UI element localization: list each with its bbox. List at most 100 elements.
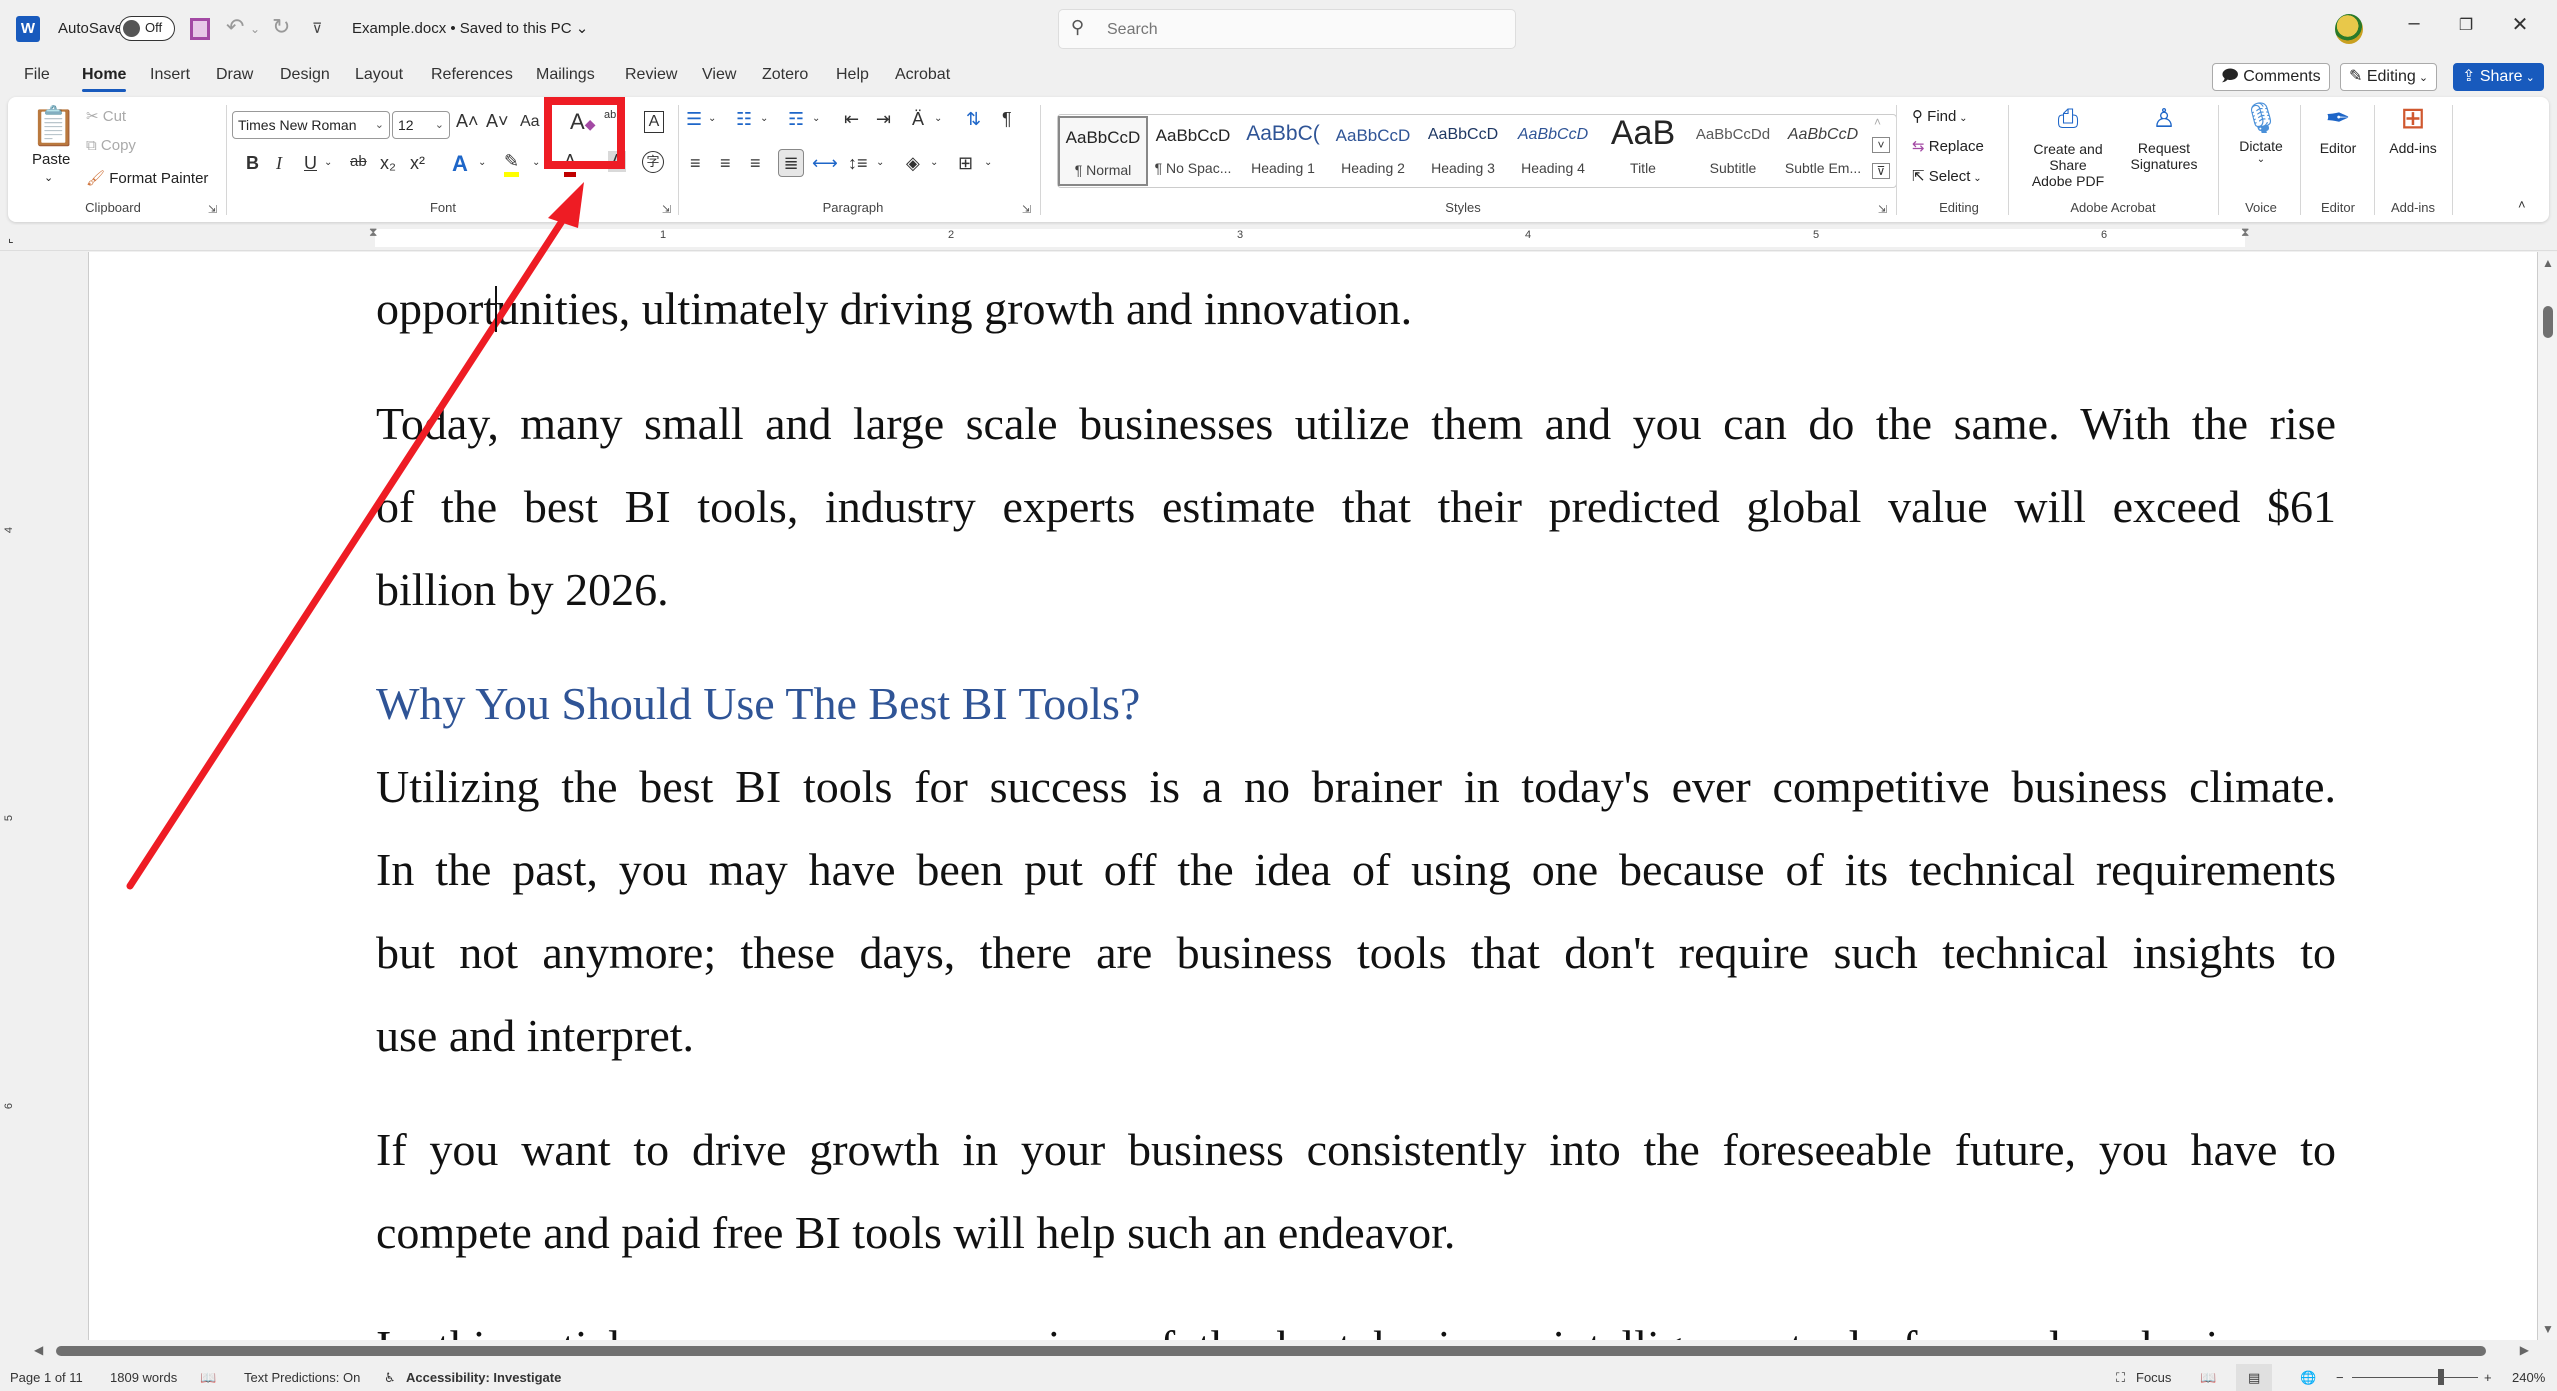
line-spacing-icon[interactable]: ↕≡ xyxy=(848,153,868,174)
shading-icon[interactable]: ◈ xyxy=(906,153,920,174)
show-formatting-icon[interactable]: ¶ xyxy=(1002,109,1012,130)
style-normal[interactable]: AaBbCcD ¶ Normal xyxy=(1058,116,1148,186)
zoom-level[interactable]: 240% xyxy=(2512,1370,2545,1385)
text-effects-dropdown-icon[interactable]: ⌄ xyxy=(478,157,486,168)
accessibility-status[interactable]: Accessibility: Investigate xyxy=(406,1370,561,1385)
tab-draw[interactable]: Draw xyxy=(216,66,253,84)
clipboard-launcher-icon[interactable]: ⇲ xyxy=(208,203,217,216)
highlight-dropdown-icon[interactable]: ⌄ xyxy=(532,157,540,168)
asian-layout-dropdown-icon[interactable]: ⌄ xyxy=(934,113,942,124)
request-signatures-button[interactable]: ♙ Request Signatures xyxy=(2124,103,2204,172)
create-share-pdf-button[interactable]: ⎙ Create and Share Adobe PDF xyxy=(2018,103,2118,189)
close-button[interactable]: ✕ xyxy=(2500,12,2540,37)
shading-dropdown-icon[interactable]: ⌄ xyxy=(930,157,938,168)
font-name-select[interactable]: Times New Roman ⌄ xyxy=(232,111,390,139)
indent-marker-right[interactable]: ⧗ xyxy=(2241,225,2249,240)
search-input[interactable] xyxy=(1107,18,1487,42)
text-predictions[interactable]: Text Predictions: On xyxy=(244,1370,360,1385)
add-ins-button[interactable]: ⊞ Add-ins xyxy=(2378,101,2448,156)
scroll-down-icon[interactable]: ▼ xyxy=(2542,1322,2554,1336)
borders-icon[interactable]: ⊞ xyxy=(958,153,973,174)
subscript-button[interactable]: x₂ xyxy=(380,153,396,174)
document-line[interactable]: Today, many small and large scale busine… xyxy=(376,397,2336,450)
print-layout-icon[interactable]: ▤ xyxy=(2236,1364,2273,1391)
tab-selector-icon[interactable]: ⌞ xyxy=(8,231,14,245)
autosave-toggle[interactable]: Off xyxy=(119,16,175,41)
gallery-scroll-down-icon[interactable]: ˅ xyxy=(1872,137,1890,153)
find-button[interactable]: ⚲ Find ⌄ xyxy=(1912,107,1968,125)
decrease-indent-icon[interactable]: ⇤ xyxy=(844,109,859,130)
enclose-characters-icon[interactable]: 字 xyxy=(642,151,664,173)
align-right-icon[interactable]: ≡ xyxy=(750,153,761,174)
document-line[interactable]: but not anymore; these days, there are b… xyxy=(376,926,2336,979)
document-line[interactable]: compete and paid free BI tools will help… xyxy=(376,1206,2336,1259)
tab-layout[interactable]: Layout xyxy=(355,66,403,84)
document-line[interactable]: In the past, you may have been put off t… xyxy=(376,843,2336,896)
bullets-icon[interactable]: ☰ xyxy=(686,109,702,130)
strikethrough-button[interactable]: ab xyxy=(350,153,367,170)
tab-help[interactable]: Help xyxy=(836,66,869,84)
user-avatar[interactable] xyxy=(2335,14,2363,44)
font-size-select[interactable]: 12 ⌄ xyxy=(392,111,450,139)
paste-button[interactable]: Paste xyxy=(32,151,70,168)
editing-mode-button[interactable]: ✎ Editing ⌄ xyxy=(2340,63,2438,91)
share-button[interactable]: ⇪ Share ⌄ xyxy=(2453,63,2544,91)
italic-button[interactable]: I xyxy=(276,153,282,174)
style-heading-1[interactable]: AaBbC(Heading 1 xyxy=(1238,116,1328,186)
customize-toolbar-icon[interactable]: ⊽ xyxy=(312,20,322,37)
tab-review[interactable]: Review xyxy=(625,66,677,84)
tab-mailings[interactable]: Mailings xyxy=(536,66,595,84)
document-line[interactable]: of the best BI tools, industry experts e… xyxy=(376,480,2336,533)
save-icon[interactable] xyxy=(190,18,210,40)
line-spacing-dropdown-icon[interactable]: ⌄ xyxy=(876,157,884,168)
document-title[interactable]: Example.docx • Saved to this PC ⌄ xyxy=(352,19,588,37)
zoom-slider-thumb[interactable] xyxy=(2438,1369,2444,1385)
borders-dropdown-icon[interactable]: ⌄ xyxy=(984,157,992,168)
style-heading-3[interactable]: AaBbCcD Heading 3 xyxy=(1418,116,1508,186)
superscript-button[interactable]: x² xyxy=(410,153,425,174)
word-count[interactable]: 1809 words xyxy=(110,1370,177,1385)
align-center-icon[interactable]: ≡ xyxy=(720,153,731,174)
collapse-ribbon-icon[interactable]: ˄ xyxy=(2518,197,2526,212)
editor-button[interactable]: ✒ Editor xyxy=(2306,101,2370,156)
change-case-button[interactable]: Aa ⌄ xyxy=(520,113,551,131)
underline-dropdown-icon[interactable]: ⌄ xyxy=(324,157,332,168)
vertical-scroll-thumb[interactable] xyxy=(2543,306,2553,338)
gallery-more-icon[interactable]: ⊽ xyxy=(1872,163,1890,179)
grow-font-icon[interactable]: A˄ xyxy=(456,111,479,132)
section-heading[interactable]: Why You Should Use The Best BI Tools? xyxy=(376,677,2336,730)
tab-references[interactable]: References xyxy=(431,66,513,84)
tab-insert[interactable]: Insert xyxy=(150,66,190,84)
tab-zotero[interactable]: Zotero xyxy=(762,66,808,84)
style-no-spacing[interactable]: AaBbCcD ¶ No Spac... xyxy=(1148,116,1238,186)
focus-button[interactable]: Focus xyxy=(2136,1370,2171,1385)
read-mode-icon[interactable]: 📖 xyxy=(2200,1370,2216,1386)
undo-dropdown-icon[interactable]: ⌄ xyxy=(250,22,260,36)
sort-icon[interactable]: ⇅ xyxy=(966,109,981,130)
document-line[interactable]: In this article, we cover an overview of… xyxy=(376,1320,2336,1340)
style-title[interactable]: AaB Title xyxy=(1598,114,1688,186)
web-layout-icon[interactable]: 🌐 xyxy=(2300,1370,2316,1386)
character-border-icon[interactable]: A xyxy=(644,111,664,133)
document-line[interactable]: opport xyxy=(376,282,2336,335)
multilevel-list-icon[interactable]: ☶ xyxy=(788,109,804,130)
tab-home[interactable]: Home xyxy=(82,66,127,92)
multilevel-dropdown-icon[interactable]: ⌄ xyxy=(812,113,820,124)
format-painter-button[interactable]: 🖌 Format Painter xyxy=(86,169,208,187)
restore-button[interactable]: ❐ xyxy=(2446,15,2486,35)
zoom-in-button[interactable]: + xyxy=(2484,1370,2492,1385)
tab-acrobat[interactable]: Acrobat xyxy=(895,66,950,84)
distributed-icon[interactable]: ⟷ xyxy=(812,153,838,174)
comments-button[interactable]: 🗩 Comments xyxy=(2212,63,2330,91)
bold-button[interactable]: B xyxy=(246,153,259,174)
gallery-scroll-up-icon[interactable]: ˄ xyxy=(1874,115,1881,129)
paragraph-launcher-icon[interactable]: ⇲ xyxy=(1022,203,1031,216)
tab-view[interactable]: View xyxy=(702,66,736,84)
zoom-out-button[interactable]: − xyxy=(2336,1370,2344,1385)
tab-file[interactable]: File xyxy=(24,66,50,84)
paste-dropdown-icon[interactable]: ⌄ xyxy=(44,171,53,184)
horizontal-scrollbar[interactable]: ◀ ▶ xyxy=(26,1340,2537,1362)
font-launcher-icon[interactable]: ⇲ xyxy=(662,203,671,216)
highlight-button[interactable]: ✎ xyxy=(504,151,520,177)
indent-marker-left[interactable]: ⧗ xyxy=(369,225,377,240)
